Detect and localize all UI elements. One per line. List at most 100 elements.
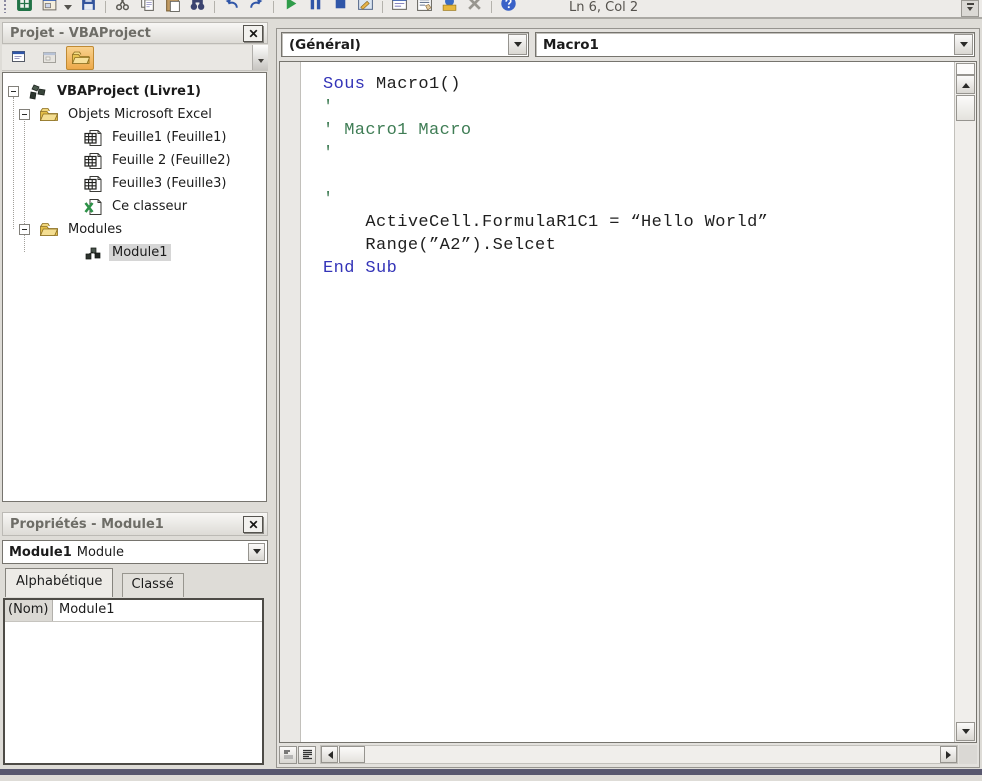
tree-item-feuille-2-feuille2[interactable]: Feuille 2 (Feuille2) (3, 149, 266, 172)
combo-dropdown-button[interactable] (248, 543, 265, 561)
view-object-icon (43, 51, 56, 63)
expand-collapse-toggle[interactable] (8, 86, 19, 97)
cut-icon[interactable] (112, 0, 132, 14)
toolbar-options-button[interactable] (961, 0, 979, 17)
properties-window-icon[interactable] (414, 0, 434, 14)
chevron-down-icon (959, 41, 968, 51)
tree-item-feuille1-feuille1[interactable]: Feuille1 (Feuille1) (3, 126, 266, 149)
code-editor[interactable]: Sous Macro1() ' ' Macro1 Macro ' ' ActiveCe… (279, 61, 977, 743)
tab-classe[interactable]: Classé (121, 573, 184, 597)
tree-item-module1[interactable]: Module1 (3, 241, 266, 264)
procedure-dropdown[interactable]: Macro1 (535, 32, 975, 57)
view-code-icon (12, 50, 25, 62)
code-line[interactable]: ' (323, 188, 954, 211)
code-line[interactable]: Sous Macro1() (323, 73, 954, 96)
scroll-left-button[interactable] (321, 746, 338, 763)
procedure-view-icon (283, 750, 293, 759)
arrow-right-icon (945, 750, 955, 759)
selected-object-type: Module (76, 544, 125, 560)
panel-toolbar-overflow-button[interactable] (252, 45, 268, 70)
tree-item-feuille3-feuille3[interactable]: Feuille3 (Feuille3) (3, 172, 266, 195)
workbook-icon (83, 198, 103, 216)
view-object-button[interactable] (36, 46, 64, 70)
toolbar-grip[interactable] (4, 0, 8, 13)
code-window-bottom-bar (279, 744, 977, 765)
chevron-down-icon (513, 41, 522, 51)
project-panel-toolbar (2, 45, 268, 71)
object-selector-combo[interactable]: Module1 Module (2, 540, 268, 564)
excel-icon[interactable] (14, 0, 34, 14)
toolbox-icon[interactable] (464, 0, 484, 14)
properties-tabs: Alphabétique Classé (5, 568, 267, 598)
find-icon[interactable] (187, 0, 207, 14)
paste-icon[interactable] (162, 0, 182, 14)
code-lines[interactable]: Sous Macro1() ' ' Macro1 Macro ' ' ActiveCe… (301, 62, 954, 742)
property-row: (Nom) Module1 (5, 600, 262, 622)
tree-item-objets-microsoft-excel[interactable]: Objets Microsoft Excel (3, 103, 266, 126)
toolbar-separator (273, 1, 274, 13)
tree-item-label: Feuille1 (Feuille1) (112, 130, 227, 145)
tree-item-ce-classeur[interactable]: Ce classeur (3, 195, 266, 218)
window-bottom-edge (0, 769, 982, 775)
toggle-folders-button[interactable] (66, 45, 94, 70)
procedure-dropdown-button[interactable] (954, 34, 973, 55)
reset-icon[interactable] (330, 0, 350, 14)
code-line[interactable]: ' (323, 96, 954, 119)
standard-toolbar: Ln 6, Col 2 (0, 0, 982, 19)
save-icon[interactable] (78, 0, 98, 14)
full-module-view-button[interactable] (298, 745, 316, 764)
insert-dropdown-caret[interactable] (64, 5, 72, 14)
procedure-view-button[interactable] (279, 745, 297, 764)
horizontal-scrollbar[interactable] (320, 745, 958, 764)
module-icon (83, 244, 103, 262)
expand-collapse-toggle[interactable] (19, 224, 30, 235)
code-line[interactable] (323, 165, 954, 188)
project-explorer-icon[interactable] (389, 0, 409, 14)
property-value[interactable]: Module1 (53, 600, 262, 621)
code-line[interactable]: ' Macro1 Macro (323, 119, 954, 142)
vertical-scroll-thumb[interactable] (956, 95, 975, 121)
tree-item-modules[interactable]: Modules (3, 218, 266, 241)
horizontal-scroll-thumb[interactable] (339, 746, 365, 763)
worksheet-icon (83, 152, 103, 170)
margin-indicator-bar (280, 62, 301, 742)
tab-alphabetique[interactable]: Alphabétique (5, 568, 114, 597)
help-icon[interactable] (498, 0, 518, 14)
code-line[interactable]: ActiveCell.FormulaR1C1 = “Hello World” (323, 211, 954, 234)
insert-userform-icon[interactable] (39, 0, 59, 14)
project-tree: VBAProject (Livre1) Objets Microsoft Exce… (2, 72, 267, 502)
scroll-right-button[interactable] (940, 746, 957, 763)
tree-item-vbaproject-livre1[interactable]: VBAProject (Livre1) (3, 80, 266, 103)
tree-item-label: Module1 (109, 244, 171, 261)
scroll-up-button[interactable] (956, 75, 975, 94)
undo-icon[interactable] (221, 0, 241, 14)
break-icon[interactable] (305, 0, 325, 14)
design-mode-icon[interactable] (355, 0, 375, 14)
expand-collapse-toggle[interactable] (19, 109, 30, 120)
project-icon (28, 83, 48, 101)
properties-panel-close-button[interactable] (243, 515, 263, 533)
folder-icon (71, 51, 90, 64)
split-handle[interactable] (956, 63, 975, 75)
code-line[interactable]: Range(”A2”).Selcet (323, 234, 954, 257)
project-panel-close-button[interactable] (243, 24, 263, 42)
object-browser-icon[interactable] (439, 0, 459, 14)
object-dropdown[interactable]: (Général) (281, 32, 529, 57)
property-name: (Nom) (5, 600, 53, 621)
redo-icon[interactable] (246, 0, 266, 14)
vertical-scrollbar[interactable] (954, 62, 976, 742)
object-dropdown-value: (Général) (289, 36, 361, 53)
cursor-position-status: Ln 6, Col 2 (569, 0, 639, 15)
code-line[interactable]: ' (323, 142, 954, 165)
chevron-down-icon (252, 549, 261, 558)
project-panel-titlebar: Projet - VBAProject (2, 22, 268, 44)
view-code-button[interactable] (6, 46, 34, 70)
code-line[interactable]: End Sub (323, 257, 954, 280)
object-dropdown-button[interactable] (508, 34, 527, 55)
close-icon (249, 29, 257, 37)
properties-grid: (Nom) Module1 (3, 598, 264, 765)
copy-icon[interactable] (137, 0, 157, 14)
run-icon[interactable] (280, 0, 300, 14)
scroll-down-button[interactable] (956, 722, 975, 741)
tree-item-label: Objets Microsoft Excel (68, 107, 212, 122)
